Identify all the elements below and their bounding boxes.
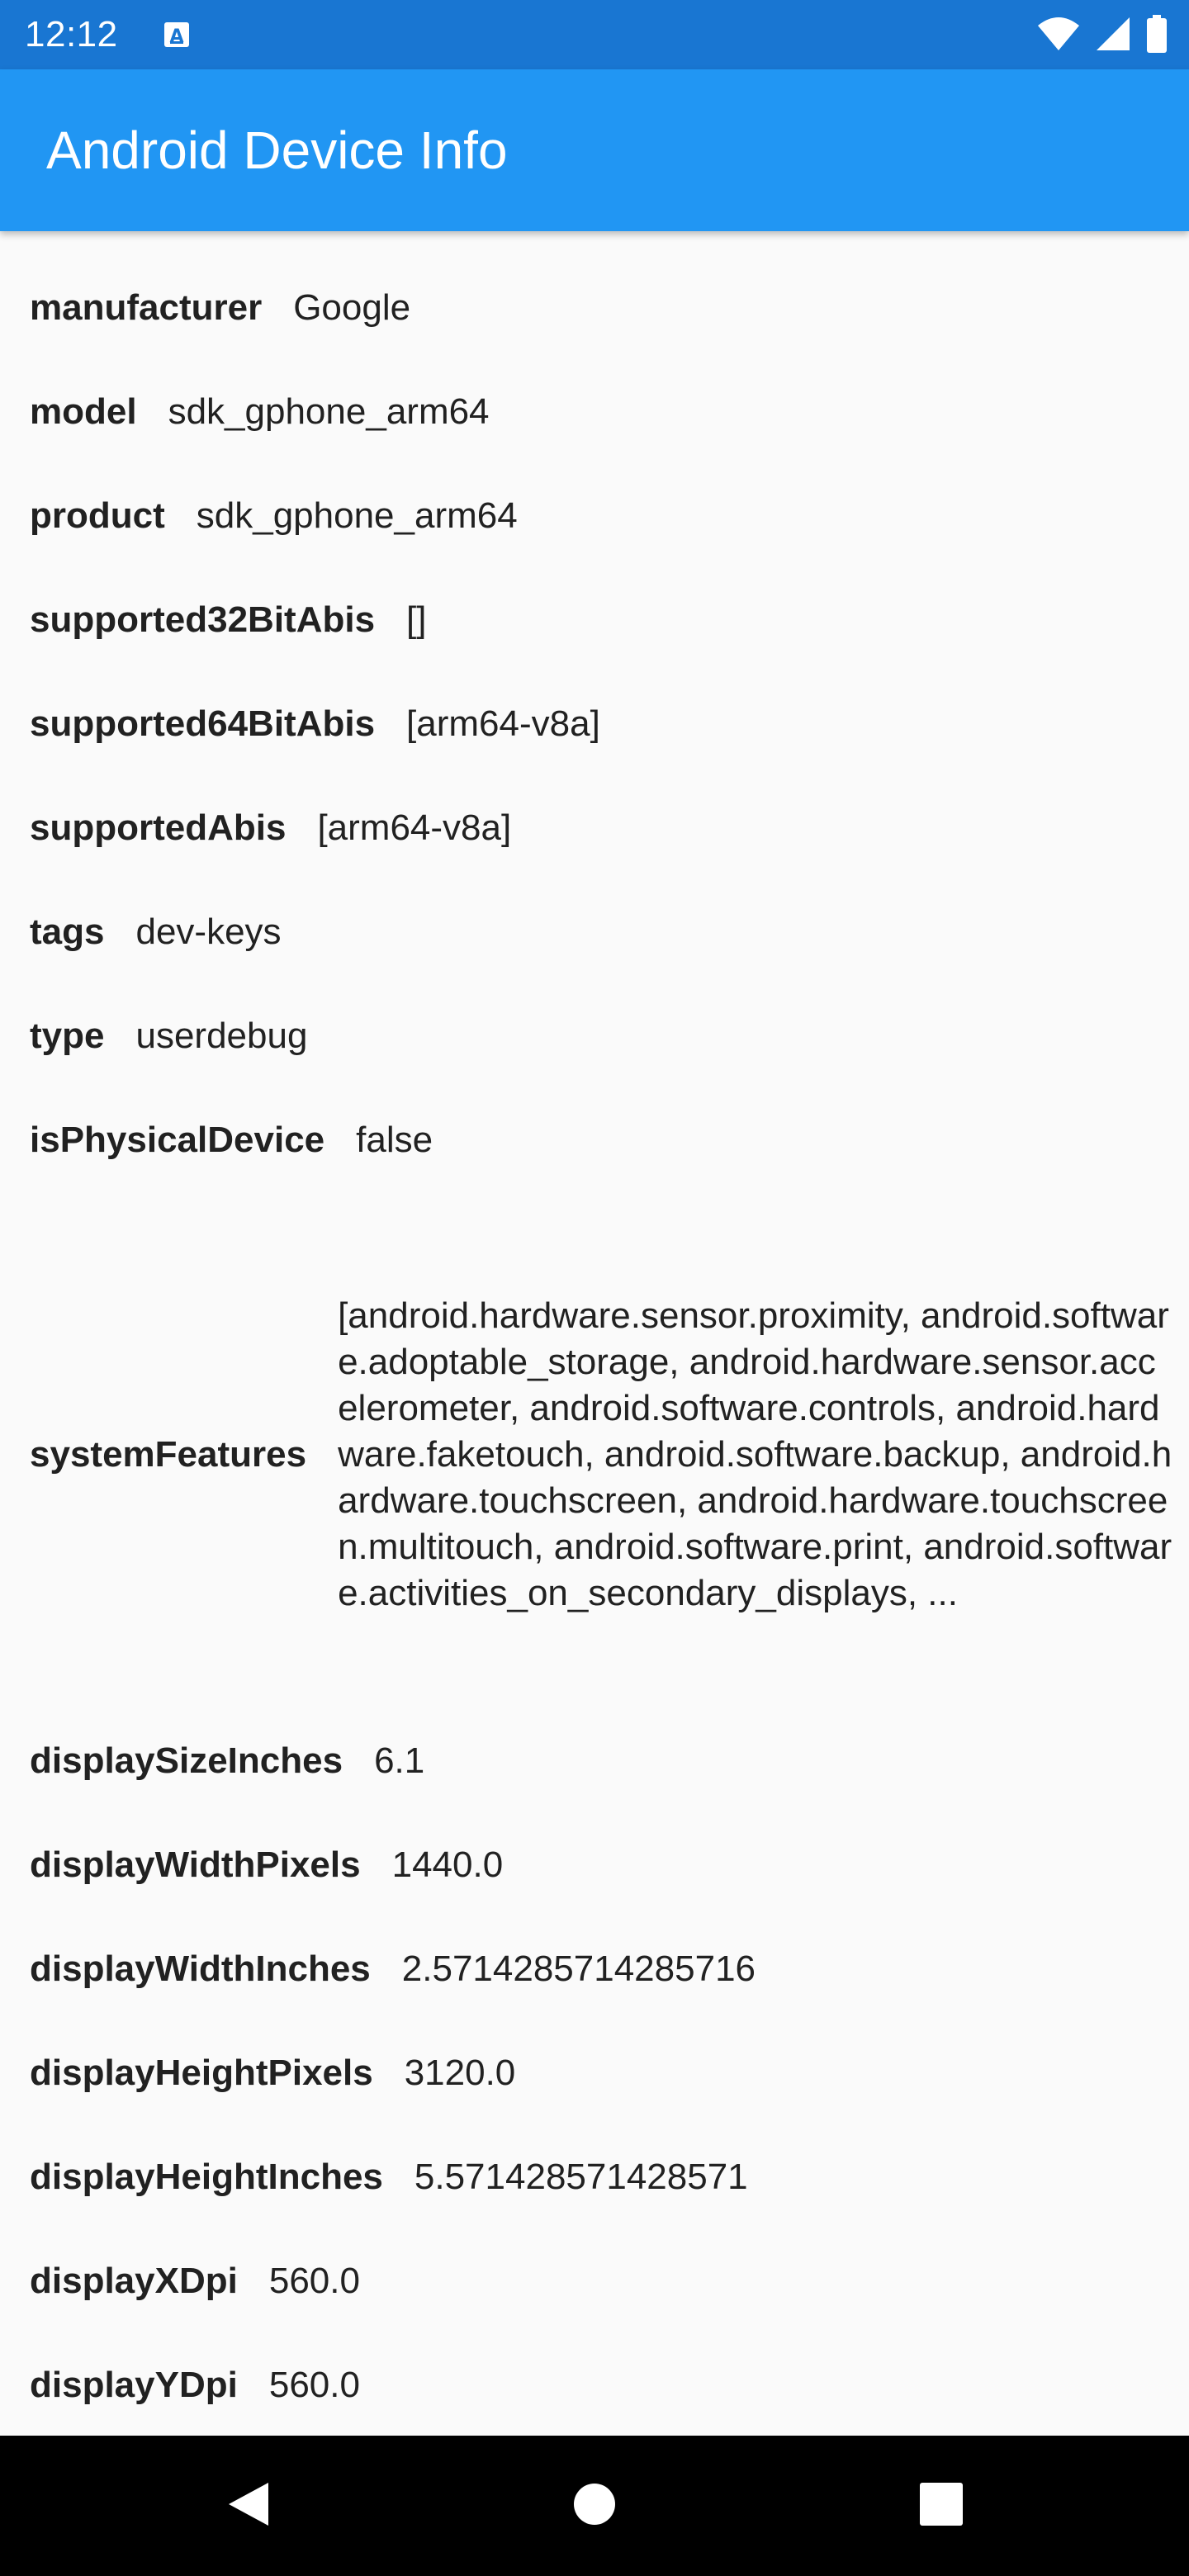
info-value: 560.0 (268, 2365, 360, 2405)
battery-icon (1146, 14, 1168, 57)
device-info-list[interactable]: manufacturer Google model sdk_gphone_arm… (0, 231, 1189, 2436)
info-value: 5.571428571428571 (414, 2157, 748, 2197)
wifi-icon (1037, 16, 1080, 56)
info-key: displayXDpi (30, 2261, 238, 2301)
info-value: sdk_gphone_arm64 (196, 495, 518, 536)
info-key: model (30, 391, 137, 432)
info-row-displaywidthinches: displayWidthInches 2.5714285714285716 (30, 1917, 1184, 2021)
info-row-displayheightpixels: displayHeightPixels 3120.0 (30, 2021, 1184, 2125)
info-key: displayWidthPixels (30, 1844, 361, 1885)
info-value: Google (293, 287, 411, 328)
info-row-displayxdpi: displayXDpi 560.0 (30, 2229, 1184, 2333)
info-value: dev-keys (135, 912, 282, 952)
info-row-supported32bitabis: supported32BitAbis [] (30, 568, 1184, 672)
info-key: supported64BitAbis (30, 703, 376, 744)
page-title: Android Device Info (46, 121, 508, 180)
info-row-systemfeatures: systemFeatures [android.hardware.sensor.… (30, 1219, 1184, 1691)
info-row-tags: tags dev-keys (30, 880, 1184, 984)
info-value: 2.5714285714285716 (401, 1949, 756, 1989)
info-value: 6.1 (374, 1740, 425, 1781)
info-row-supported64bitabis: supported64BitAbis [arm64-v8a] (30, 672, 1184, 776)
info-key: supportedAbis (30, 807, 287, 848)
info-row-displayheightinches: displayHeightInches 5.571428571428571 (30, 2125, 1184, 2229)
info-key: displayHeightPixels (30, 2053, 373, 2093)
info-value: [] (406, 599, 427, 640)
info-value: userdebug (135, 1016, 308, 1056)
back-icon (225, 2479, 272, 2533)
info-value: 3120.0 (404, 2053, 516, 2093)
info-key: type (30, 1016, 105, 1056)
recents-button[interactable] (912, 2477, 970, 2535)
back-button[interactable] (220, 2477, 277, 2535)
info-value: sdk_gphone_arm64 (168, 391, 490, 432)
info-key: supported32BitAbis (30, 599, 376, 640)
info-value: [arm64-v8a] (317, 807, 512, 848)
cellular-signal-icon (1095, 16, 1131, 56)
info-key: displaySizeInches (30, 1740, 343, 1781)
info-key: tags (30, 912, 105, 952)
info-row-displayydpi: displayYDpi 560.0 (30, 2333, 1184, 2436)
info-row-isphysicaldevice: isPhysicalDevice false (30, 1088, 1184, 1192)
info-value: [android.hardware.sensor.proximity, andr… (338, 1295, 1172, 1613)
info-key: displayWidthInches (30, 1949, 371, 1989)
info-key: manufacturer (30, 287, 263, 328)
app-notification-icon: A (163, 21, 190, 48)
info-key: product (30, 495, 165, 536)
info-value: false (356, 1120, 433, 1160)
info-row-supportedabis: supportedAbis [arm64-v8a] (30, 776, 1184, 880)
info-row-model: model sdk_gphone_arm64 (30, 360, 1184, 464)
info-row-type: type userdebug (30, 984, 1184, 1088)
home-icon (572, 2482, 617, 2531)
info-value: 560.0 (268, 2261, 360, 2301)
info-key: displayYDpi (30, 2365, 238, 2405)
info-value: [arm64-v8a] (406, 703, 600, 744)
info-row-displaywidthpixels: displayWidthPixels 1440.0 (30, 1813, 1184, 1917)
info-row-product: product sdk_gphone_arm64 (30, 464, 1184, 568)
info-row-manufacturer: manufacturer Google (30, 256, 1184, 360)
info-key: displayHeightInches (30, 2157, 383, 2197)
status-bar: 12:12 A (0, 0, 1189, 69)
recents-icon (919, 2482, 964, 2531)
info-key: isPhysicalDevice (30, 1120, 325, 1160)
svg-text:A: A (169, 26, 183, 47)
info-value: 1440.0 (391, 1844, 504, 1885)
app-bar: Android Device Info (0, 69, 1189, 231)
info-key: systemFeatures (30, 1434, 307, 1475)
navigation-bar (0, 2436, 1189, 2576)
status-time: 12:12 (25, 14, 118, 54)
home-button[interactable] (566, 2477, 623, 2535)
info-row-displaysizeinches: displaySizeInches 6.1 (30, 1709, 1184, 1813)
status-icons (1037, 14, 1168, 57)
